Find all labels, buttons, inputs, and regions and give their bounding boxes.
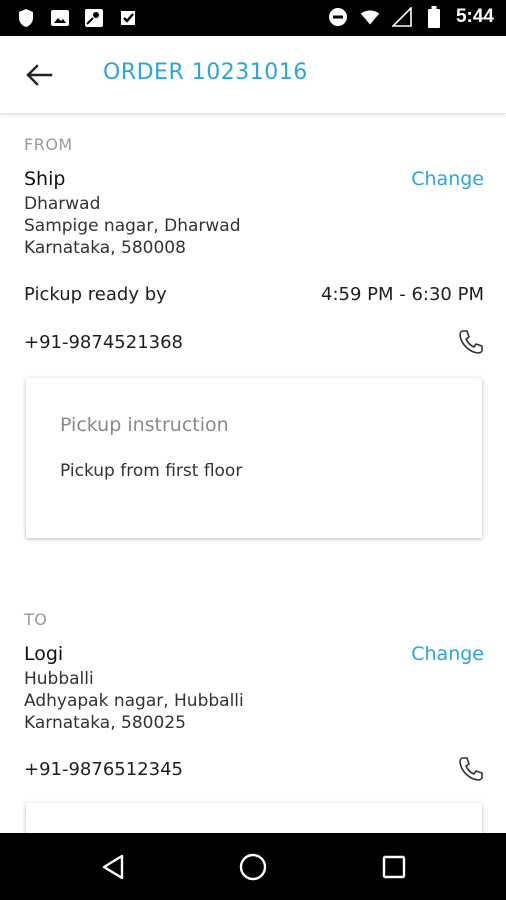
order-details: FROM Ship Change Dharwad Sampige nagar, …: [0, 115, 506, 833]
status-bar-notifications: [16, 7, 138, 29]
pickup-ready-label: Pickup ready by: [24, 284, 167, 305]
home-circle-icon: [239, 853, 267, 881]
nav-back-button[interactable]: [97, 851, 129, 883]
arrow-left-icon: [26, 64, 53, 86]
app-bar: ORDER 10231016: [0, 36, 506, 114]
status-bar-system: 5:44: [328, 6, 494, 28]
phone-icon: [459, 330, 483, 354]
to-address-line2: Adhyapak nagar, Hubballi: [24, 691, 244, 711]
do-not-disturb-icon: [328, 6, 348, 28]
to-phone: +91-9876512345: [24, 759, 184, 780]
from-address-line1: Dharwad: [24, 194, 101, 214]
to-section-label: TO: [24, 610, 48, 629]
to-call-button[interactable]: [458, 756, 484, 782]
map-pin-icon: [84, 7, 104, 29]
nav-home-button[interactable]: [237, 851, 269, 883]
signal-icon: [391, 6, 412, 28]
pickup-instruction-title: Pickup instruction: [60, 414, 229, 436]
pickup-time: 4:59 PM - 6:30 PM: [321, 284, 484, 305]
status-bar: 5:44: [0, 0, 506, 36]
delivery-instruction-card: [26, 803, 482, 833]
to-change-button[interactable]: Change: [411, 643, 484, 665]
from-change-button[interactable]: Change: [411, 168, 484, 190]
from-section-label: FROM: [24, 135, 73, 154]
from-name: Ship: [24, 168, 66, 190]
wifi-icon: [360, 6, 380, 28]
status-time: 5:44: [455, 6, 494, 27]
phone-icon: [459, 757, 483, 781]
from-address-line3: Karnataka, 580008: [24, 238, 186, 258]
from-address-line2: Sampige nagar, Dharwad: [24, 216, 241, 236]
page-title: ORDER 10231016: [103, 60, 308, 85]
image-icon: [50, 7, 70, 29]
shield-icon: [16, 7, 36, 29]
back-button[interactable]: [22, 58, 56, 92]
nav-recents-button[interactable]: [378, 851, 410, 883]
back-triangle-icon: [102, 854, 124, 880]
battery-icon: [424, 6, 444, 28]
to-address-line1: Hubballi: [24, 669, 94, 689]
from-phone: +91-9874521368: [24, 332, 184, 353]
to-address-line3: Karnataka, 580025: [24, 713, 186, 733]
system-nav-bar: [0, 833, 506, 900]
from-call-button[interactable]: [458, 329, 484, 355]
check-badge-icon: [118, 7, 138, 29]
recents-square-icon: [382, 855, 406, 879]
pickup-instruction-text: Pickup from first floor: [60, 461, 243, 481]
to-name: Logi: [24, 643, 64, 665]
pickup-instruction-card: Pickup instruction Pickup from first flo…: [26, 378, 482, 538]
